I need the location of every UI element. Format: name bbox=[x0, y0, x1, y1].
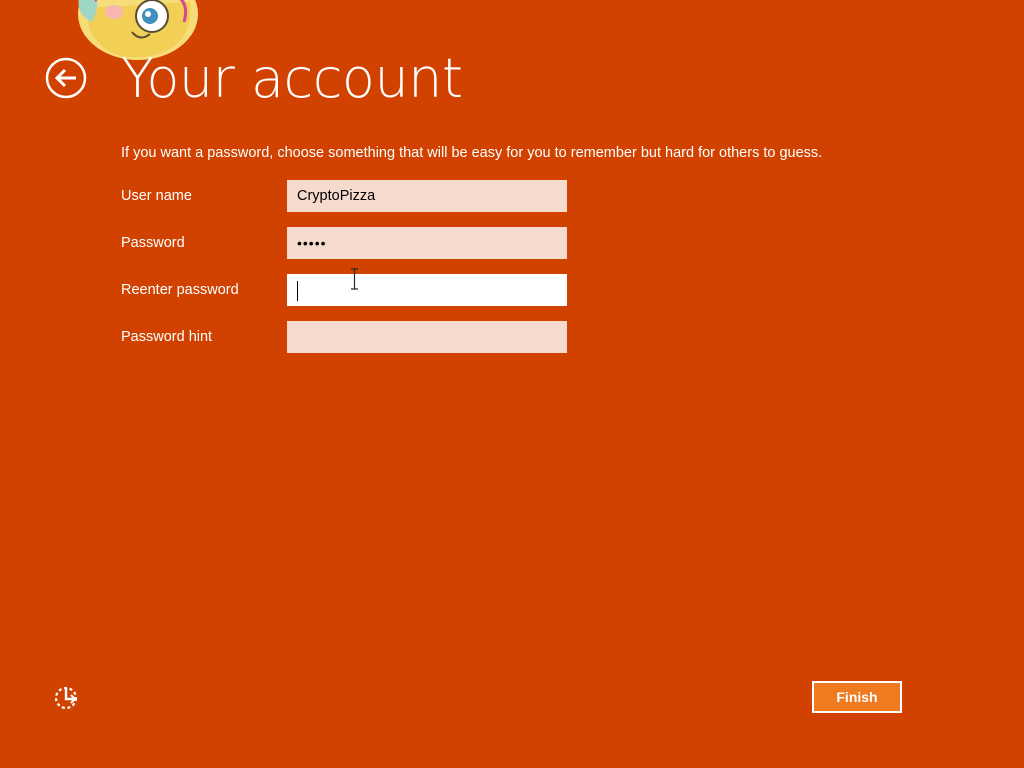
account-setup-screen: Your account If you want a password, cho… bbox=[0, 0, 1024, 768]
reenter-password-label: Reenter password bbox=[121, 282, 239, 298]
ease-of-access-icon[interactable] bbox=[52, 684, 80, 712]
back-arrow-icon[interactable] bbox=[45, 57, 87, 99]
username-row: User name bbox=[121, 180, 567, 212]
reenter-password-input[interactable] bbox=[287, 274, 567, 306]
username-label: User name bbox=[121, 188, 192, 204]
instructions-text: If you want a password, choose something… bbox=[121, 145, 823, 161]
page-title: Your account bbox=[121, 47, 463, 110]
username-input[interactable] bbox=[287, 180, 567, 212]
reenter-password-row: Reenter password bbox=[121, 274, 567, 306]
text-caret bbox=[297, 281, 298, 301]
password-hint-input[interactable] bbox=[287, 321, 567, 353]
password-label: Password bbox=[121, 235, 185, 251]
finish-button[interactable]: Finish bbox=[812, 681, 902, 713]
ibeam-cursor-icon bbox=[351, 268, 358, 290]
password-hint-row: Password hint bbox=[121, 321, 567, 353]
password-hint-label: Password hint bbox=[121, 329, 213, 345]
password-row: Password bbox=[121, 227, 567, 259]
password-input[interactable] bbox=[287, 227, 567, 259]
